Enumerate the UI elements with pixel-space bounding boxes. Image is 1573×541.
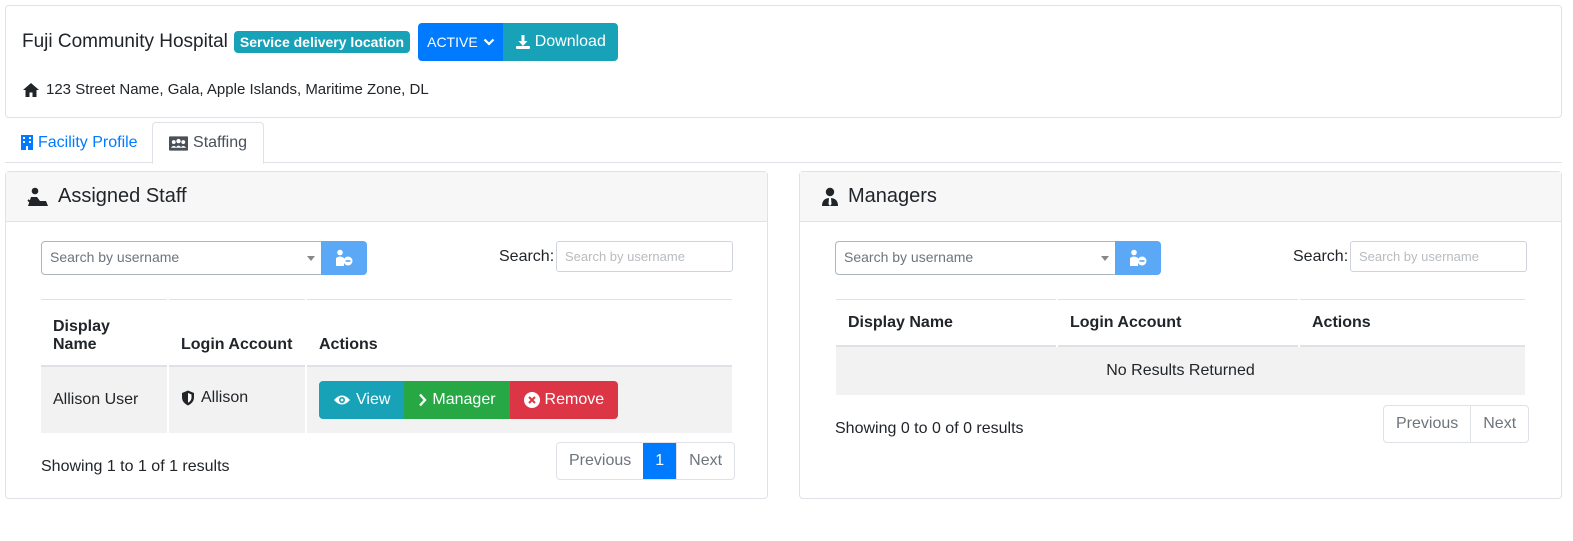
staff-results-summary: Showing 1 to 1 of 1 results	[41, 458, 230, 475]
user-tie-icon	[822, 187, 838, 206]
staff-pagination: Previous 1 Next	[556, 442, 736, 480]
pagination-page-1[interactable]: 1	[643, 443, 677, 479]
row-display-name: Allison User	[41, 367, 167, 433]
assigned-staff-header: Assigned Staff	[6, 172, 767, 222]
staff-user-select[interactable]: Search by username	[41, 241, 322, 275]
status-label: ACTIVE	[427, 34, 478, 50]
caret-down-icon	[307, 256, 315, 261]
view-button[interactable]: View	[319, 381, 405, 419]
col-login-account[interactable]: Login Account	[1058, 299, 1298, 347]
managers-search-label: Search:	[1293, 248, 1349, 265]
empty-results-message: No Results Returned	[836, 347, 1525, 395]
home-icon	[23, 82, 39, 97]
remove-label: Remove	[544, 391, 605, 408]
staff-search-label: Search:	[499, 248, 555, 265]
assigned-staff-title: Assigned Staff	[58, 185, 187, 207]
make-manager-button[interactable]: Manager	[404, 381, 510, 419]
eye-icon	[334, 395, 350, 405]
row-login-account-cell: Allison	[169, 367, 305, 433]
times-circle-icon	[523, 392, 540, 408]
download-button[interactable]: Download	[502, 23, 618, 61]
chevron-right-icon	[419, 393, 428, 407]
table-row: No Results Returned	[836, 347, 1525, 395]
manager-user-select-placeholder: Search by username	[844, 249, 974, 265]
managers-header: Managers	[800, 172, 1561, 222]
table-row: Allison User Allison View Manager Remove	[41, 367, 732, 433]
chevron-down-icon	[483, 38, 494, 46]
col-actions: Actions	[1300, 299, 1525, 347]
managers-search-input[interactable]	[1350, 241, 1527, 272]
hospital-icon	[21, 135, 33, 150]
status-dropdown-button[interactable]: ACTIVE	[418, 23, 503, 61]
staff-search-input[interactable]	[556, 241, 733, 272]
facility-header-card: Fuji Community Hospital Service delivery…	[5, 5, 1562, 118]
shield-icon	[182, 390, 194, 406]
download-label: Download	[534, 33, 606, 50]
assigned-staff-table: Display Name Login Account Actions Allis…	[39, 299, 734, 433]
managers-panel: Managers Search by username Search: Disp…	[799, 171, 1562, 499]
add-manager-button[interactable]	[1115, 241, 1161, 275]
tab-facility-profile-label: Facility Profile	[38, 133, 138, 151]
facility-type-badge: Service delivery location	[233, 31, 411, 53]
add-user-icon	[336, 249, 353, 266]
tab-staffing[interactable]: Staffing	[152, 122, 264, 164]
row-login-account: Allison	[201, 389, 249, 406]
address-text: 123 Street Name, Gala, Apple Islands, Ma…	[46, 81, 429, 98]
view-label: View	[356, 391, 391, 408]
download-icon	[515, 35, 530, 49]
pagination-previous[interactable]: Previous	[557, 443, 643, 479]
pagination-next[interactable]: Next	[1470, 406, 1528, 442]
managers-table: Display Name Login Account Actions No Re…	[834, 299, 1527, 395]
col-display-name[interactable]: Display Name	[836, 299, 1056, 347]
add-staff-button[interactable]	[321, 241, 367, 275]
managers-results-summary: Showing 0 to 0 of 0 results	[835, 420, 1024, 437]
title-row: Fuji Community Hospital Service delivery…	[22, 23, 618, 61]
add-user-icon	[1130, 249, 1147, 266]
pagination-next[interactable]: Next	[676, 443, 734, 479]
col-actions: Actions	[307, 299, 732, 367]
staff-user-select-placeholder: Search by username	[50, 249, 180, 265]
tab-bar: Facility Profile Staffing	[5, 122, 1562, 164]
facility-address: 123 Street Name, Gala, Apple Islands, Ma…	[22, 81, 429, 98]
remove-button[interactable]: Remove	[509, 381, 619, 419]
tab-staffing-label: Staffing	[193, 134, 247, 151]
tab-facility-profile[interactable]: Facility Profile	[5, 122, 154, 163]
col-display-name[interactable]: Display Name	[41, 299, 167, 367]
facility-name: Fuji Community Hospital	[22, 31, 228, 52]
pagination-previous[interactable]: Previous	[1384, 406, 1470, 442]
col-login-account[interactable]: Login Account	[169, 299, 305, 367]
manager-user-select[interactable]: Search by username	[835, 241, 1116, 275]
row-actions: View Manager Remove	[319, 381, 720, 419]
staff-icon	[27, 187, 48, 206]
managers-pagination: Previous Next	[1383, 405, 1530, 443]
row-actions-cell: View Manager Remove	[307, 367, 732, 433]
manager-label: Manager	[432, 391, 496, 408]
managers-title: Managers	[848, 185, 937, 207]
users-icon	[169, 135, 189, 151]
assigned-staff-panel: Assigned Staff Search by username Search…	[5, 171, 768, 499]
caret-down-icon	[1101, 256, 1109, 261]
